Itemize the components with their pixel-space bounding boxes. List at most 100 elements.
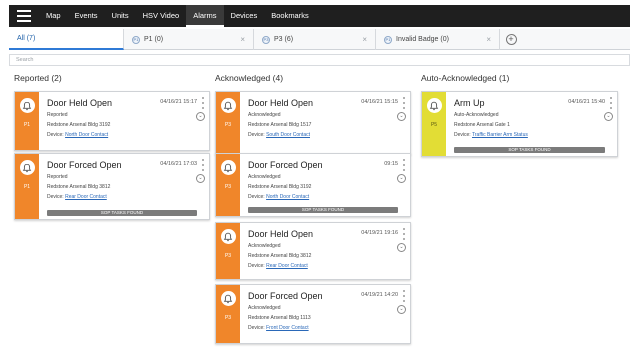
more-options-icon[interactable]: [403, 290, 405, 302]
tab-label: P1 (0): [144, 36, 164, 43]
expand-icon[interactable]: ⌄: [196, 174, 205, 183]
close-icon[interactable]: ×: [486, 35, 491, 44]
bell-icon: [220, 229, 236, 244]
alarm-filter-tabs: All (7) P1 P1 (0) × P3 P3 (6) × P1 Inval…: [9, 29, 630, 50]
alarm-device: Device: Rear Door Contact: [47, 194, 107, 200]
nav-bookmarks[interactable]: Bookmarks: [264, 5, 316, 27]
expand-icon[interactable]: ⌄: [604, 112, 613, 121]
bell-icon: [220, 291, 236, 306]
plus-icon: +: [505, 34, 517, 45]
more-options-icon[interactable]: [403, 97, 405, 109]
alarm-status: Acknowledged: [248, 174, 281, 180]
hamburger-menu-icon[interactable]: [9, 5, 39, 27]
more-options-icon[interactable]: [610, 97, 612, 109]
more-options-icon[interactable]: [403, 159, 405, 171]
priority-strip: P1: [15, 92, 39, 150]
alarm-device: Device: Front Door Contact: [248, 325, 309, 331]
priority-strip: P3: [216, 154, 240, 216]
priority-strip: P3: [216, 285, 240, 343]
alarm-status: Acknowledged: [248, 112, 281, 118]
expand-icon[interactable]: ⌄: [397, 305, 406, 314]
device-label: Device:: [454, 132, 471, 138]
device-label: Device:: [248, 132, 265, 138]
alarm-card[interactable]: P3 Door Forced Open 09:15 ⌄ Acknowledged…: [215, 153, 411, 217]
priority-strip: P3: [216, 92, 240, 154]
alarm-title: Door Held Open: [47, 98, 113, 108]
device-label: Device:: [47, 132, 64, 138]
sop-tasks-badge[interactable]: SOP TASKS FOUND: [248, 207, 398, 213]
alarm-time: 04/16/21 17:03: [160, 161, 197, 167]
alarm-time: 04/16/21 15:40: [568, 99, 605, 105]
alarm-status: Reported: [47, 112, 68, 118]
alarm-card[interactable]: P3 Door Held Open 04/16/21 15:15 ⌄ Ackno…: [215, 91, 411, 155]
close-icon[interactable]: ×: [362, 35, 367, 44]
priority-label: P3: [224, 184, 232, 190]
more-options-icon[interactable]: [403, 228, 405, 240]
alarm-status: Acknowledged: [248, 243, 281, 249]
column-title-acknowledged: Acknowledged (4): [215, 73, 284, 83]
bell-icon: [220, 160, 236, 175]
nav-hsv-video[interactable]: HSV Video: [136, 5, 187, 27]
device-label: Device:: [248, 194, 265, 200]
nav-alarms[interactable]: Alarms: [186, 5, 224, 27]
expand-icon[interactable]: ⌄: [196, 112, 205, 121]
alarm-location: Redstone Arsenal Gate 1: [454, 122, 510, 128]
priority-strip: P5: [422, 92, 446, 156]
priority-label: P3: [224, 253, 232, 259]
alarm-time: 09:15: [384, 161, 398, 167]
device-link[interactable]: Front Door Contact: [266, 325, 309, 331]
alarm-card[interactable]: P3 Door Held Open 04/19/21 19:16 ⌄ Ackno…: [215, 222, 411, 280]
alarm-status: Reported: [47, 174, 68, 180]
priority-label: P1: [23, 184, 31, 190]
close-icon[interactable]: ×: [240, 35, 245, 44]
expand-icon[interactable]: ⌄: [397, 243, 406, 252]
tab-p1[interactable]: P1 P1 (0) ×: [124, 29, 254, 50]
device-link[interactable]: Rear Door Contact: [65, 194, 107, 200]
device-link[interactable]: Traffic Barrier Arm Status: [472, 132, 528, 138]
alarm-device: Device: Rear Door Contact: [248, 263, 308, 269]
alarm-title: Door Forced Open: [248, 291, 323, 301]
top-nav-bar: Map Events Units HSV Video Alarms Device…: [9, 5, 630, 27]
nav-devices[interactable]: Devices: [224, 5, 265, 27]
priority-label: P3: [224, 315, 232, 321]
tab-label: P3 (6): [274, 36, 294, 43]
tab-label: All (7): [17, 35, 36, 42]
alarm-card[interactable]: P1 Door Forced Open 04/16/21 17:03 ⌄ Rep…: [14, 153, 210, 220]
more-options-icon[interactable]: [202, 97, 204, 109]
expand-icon[interactable]: ⌄: [397, 112, 406, 121]
alarm-location: Redstone Arsenal Bldg 3812: [248, 253, 312, 259]
nav-units[interactable]: Units: [105, 5, 136, 27]
sop-tasks-badge[interactable]: SOP TASKS FOUND: [47, 210, 197, 216]
bell-icon: [19, 160, 35, 175]
alarm-card[interactable]: P3 Door Forced Open 04/19/21 14:20 ⌄ Ack…: [215, 284, 411, 344]
sop-tasks-badge[interactable]: SOP TASKS FOUND: [454, 147, 605, 153]
more-options-icon[interactable]: [202, 159, 204, 171]
tab-all[interactable]: All (7): [9, 29, 124, 50]
priority-icon: P1: [384, 35, 392, 44]
expand-icon[interactable]: ⌄: [397, 174, 406, 183]
alarm-card[interactable]: P5 Arm Up 04/16/21 15:40 ⌄ Auto-Acknowle…: [421, 91, 618, 157]
alarm-time: 04/19/21 14:20: [361, 292, 398, 298]
device-link[interactable]: North Door Contact: [65, 132, 108, 138]
alarm-title: Door Held Open: [248, 229, 314, 239]
add-tab-button[interactable]: +: [500, 29, 522, 50]
tab-invalid-badge[interactable]: P1 Invalid Badge (0) ×: [376, 29, 500, 50]
bell-icon: [220, 98, 236, 113]
search-input[interactable]: Search: [9, 54, 630, 66]
alarm-location: Redstone Arsenal Bldg 3192: [47, 122, 111, 128]
alarm-title: Door Forced Open: [248, 160, 323, 170]
alarm-card[interactable]: P1 Door Held Open 04/16/21 15:17 ⌄ Repor…: [14, 91, 210, 151]
alarm-device: Device: Traffic Barrier Arm Status: [454, 132, 528, 138]
alarm-status: Auto-Acknowledged: [454, 112, 499, 118]
device-label: Device:: [47, 194, 64, 200]
device-link[interactable]: South Door Contact: [266, 132, 310, 138]
device-link[interactable]: North Door Contact: [266, 194, 309, 200]
alarm-location: Redstone Arsenal Bldg 1517: [248, 122, 312, 128]
nav-events[interactable]: Events: [68, 5, 105, 27]
device-label: Device:: [248, 263, 265, 269]
nav-map[interactable]: Map: [39, 5, 68, 27]
tab-p3[interactable]: P3 P3 (6) ×: [254, 29, 376, 50]
device-label: Device:: [248, 325, 265, 331]
device-link[interactable]: Rear Door Contact: [266, 263, 308, 269]
alarm-location: Redstone Arsenal Bldg 1113: [248, 315, 311, 321]
